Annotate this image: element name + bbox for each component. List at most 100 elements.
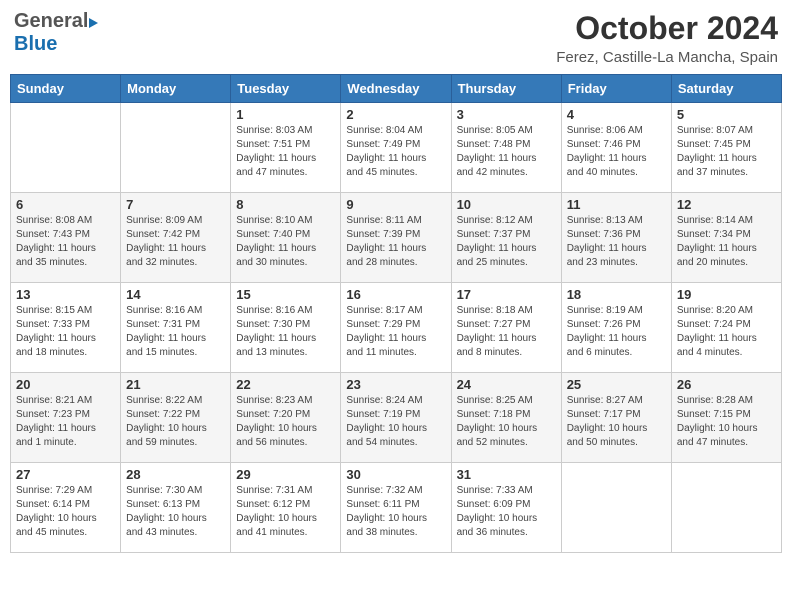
- day-info: Sunrise: 7:31 AM Sunset: 6:12 PM Dayligh…: [236, 484, 335, 540]
- day-info: Sunrise: 8:12 AM Sunset: 7:37 PM Dayligh…: [457, 214, 556, 270]
- calendar-cell: 20Sunrise: 8:21 AM Sunset: 7:23 PM Dayli…: [11, 373, 121, 463]
- day-number: 11: [567, 197, 666, 212]
- day-number: 30: [346, 467, 445, 482]
- day-info: Sunrise: 8:18 AM Sunset: 7:27 PM Dayligh…: [457, 304, 556, 360]
- day-number: 22: [236, 377, 335, 392]
- day-number: 14: [126, 287, 225, 302]
- calendar-week-row: 6Sunrise: 8:08 AM Sunset: 7:43 PM Daylig…: [11, 193, 782, 283]
- column-header-tuesday: Tuesday: [231, 75, 341, 103]
- day-info: Sunrise: 8:03 AM Sunset: 7:51 PM Dayligh…: [236, 124, 335, 180]
- day-info: Sunrise: 8:15 AM Sunset: 7:33 PM Dayligh…: [16, 304, 115, 360]
- day-info: Sunrise: 8:21 AM Sunset: 7:23 PM Dayligh…: [16, 394, 115, 450]
- calendar-cell: 27 Sunrise: 7:29 AM Sunset: 6:14 PM Dayli…: [11, 463, 121, 553]
- day-info: Sunrise: 8:11 AM Sunset: 7:39 PM Dayligh…: [346, 214, 445, 270]
- calendar-cell: 18 Sunrise: 8:19 AM Sunset: 7:26 PM Dayli…: [561, 283, 671, 373]
- day-info: Sunrise: 8:19 AM Sunset: 7:26 PM Dayligh…: [567, 304, 666, 360]
- page-header: General Blue October 2024 Ferez, Castill…: [10, 10, 782, 66]
- calendar-cell: 26 Sunrise: 8:28 AM Sunset: 7:15 PM Dayli…: [671, 373, 781, 463]
- day-number: 13: [16, 287, 115, 302]
- day-info: Sunrise: 8:08 AM Sunset: 7:43 PM Dayligh…: [16, 214, 115, 270]
- day-info: Sunrise: 8:07 AM Sunset: 7:45 PM Dayligh…: [677, 124, 776, 180]
- day-number: 10: [457, 197, 556, 212]
- calendar-cell: 10 Sunrise: 8:12 AM Sunset: 7:37 PM Dayli…: [451, 193, 561, 283]
- calendar-cell: 24 Sunrise: 8:25 AM Sunset: 7:18 PM Dayli…: [451, 373, 561, 463]
- day-info: Sunrise: 8:25 AM Sunset: 7:18 PM Dayligh…: [457, 394, 556, 450]
- day-info: Sunrise: 7:32 AM Sunset: 6:11 PM Dayligh…: [346, 484, 445, 540]
- calendar-cell: 19 Sunrise: 8:20 AM Sunset: 7:24 PM Dayli…: [671, 283, 781, 373]
- day-number: 28: [126, 467, 225, 482]
- calendar-cell: 5 Sunrise: 8:07 AM Sunset: 7:45 PM Daylig…: [671, 103, 781, 193]
- day-info: Sunrise: 8:23 AM Sunset: 7:20 PM Dayligh…: [236, 394, 335, 450]
- day-number: 26: [677, 377, 776, 392]
- day-info: Sunrise: 8:10 AM Sunset: 7:40 PM Dayligh…: [236, 214, 335, 270]
- day-info: Sunrise: 8:06 AM Sunset: 7:46 PM Dayligh…: [567, 124, 666, 180]
- day-number: 9: [346, 197, 445, 212]
- day-number: 12: [677, 197, 776, 212]
- calendar-cell: 21 Sunrise: 8:22 AM Sunset: 7:22 PM Dayli…: [121, 373, 231, 463]
- day-info: Sunrise: 8:24 AM Sunset: 7:19 PM Dayligh…: [346, 394, 445, 450]
- calendar-cell: 4 Sunrise: 8:06 AM Sunset: 7:46 PM Daylig…: [561, 103, 671, 193]
- day-number: 24: [457, 377, 556, 392]
- calendar-week-row: 13 Sunrise: 8:15 AM Sunset: 7:33 PM Dayli…: [11, 283, 782, 373]
- day-info: Sunrise: 8:27 AM Sunset: 7:17 PM Dayligh…: [567, 394, 666, 450]
- day-number: 2: [346, 107, 445, 122]
- column-header-saturday: Saturday: [671, 75, 781, 103]
- day-info: Sunrise: 8:13 AM Sunset: 7:36 PM Dayligh…: [567, 214, 666, 270]
- day-number: 15: [236, 287, 335, 302]
- day-number: 27: [16, 467, 115, 482]
- day-number: 21: [126, 377, 225, 392]
- calendar-cell: 8Sunrise: 8:10 AM Sunset: 7:40 PM Daylig…: [231, 193, 341, 283]
- column-header-thursday: Thursday: [451, 75, 561, 103]
- day-info: Sunrise: 7:29 AM Sunset: 6:14 PM Dayligh…: [16, 484, 115, 540]
- day-info: Sunrise: 8:22 AM Sunset: 7:22 PM Dayligh…: [126, 394, 225, 450]
- day-info: Sunrise: 8:04 AM Sunset: 7:49 PM Dayligh…: [346, 124, 445, 180]
- day-number: 18: [567, 287, 666, 302]
- day-info: Sunrise: 8:17 AM Sunset: 7:29 PM Dayligh…: [346, 304, 445, 360]
- calendar-cell: [121, 103, 231, 193]
- day-info: Sunrise: 7:30 AM Sunset: 6:13 PM Dayligh…: [126, 484, 225, 540]
- calendar-cell: 14 Sunrise: 8:16 AM Sunset: 7:31 PM Dayli…: [121, 283, 231, 373]
- day-info: Sunrise: 8:20 AM Sunset: 7:24 PM Dayligh…: [677, 304, 776, 360]
- calendar-table: SundayMondayTuesdayWednesdayThursdayFrid…: [10, 74, 782, 553]
- calendar-week-row: 1 Sunrise: 8:03 AM Sunset: 7:51 PM Daylig…: [11, 103, 782, 193]
- day-info: Sunrise: 8:05 AM Sunset: 7:48 PM Dayligh…: [457, 124, 556, 180]
- day-info: Sunrise: 8:16 AM Sunset: 7:30 PM Dayligh…: [236, 304, 335, 360]
- calendar-cell: 15 Sunrise: 8:16 AM Sunset: 7:30 PM Dayli…: [231, 283, 341, 373]
- month-title: October 2024: [556, 10, 778, 47]
- calendar-header-row: SundayMondayTuesdayWednesdayThursdayFrid…: [11, 75, 782, 103]
- calendar-cell: 25Sunrise: 8:27 AM Sunset: 7:17 PM Dayli…: [561, 373, 671, 463]
- location-title: Ferez, Castille-La Mancha, Spain: [556, 49, 778, 66]
- logo-text: General: [14, 10, 98, 33]
- day-number: 5: [677, 107, 776, 122]
- calendar-week-row: 20Sunrise: 8:21 AM Sunset: 7:23 PM Dayli…: [11, 373, 782, 463]
- title-section: October 2024 Ferez, Castille-La Mancha, …: [556, 10, 778, 66]
- logo: General Blue: [14, 10, 98, 56]
- calendar-cell: 30 Sunrise: 7:32 AM Sunset: 6:11 PM Dayli…: [341, 463, 451, 553]
- calendar-cell: 2 Sunrise: 8:04 AM Sunset: 7:49 PM Daylig…: [341, 103, 451, 193]
- calendar-cell: 6Sunrise: 8:08 AM Sunset: 7:43 PM Daylig…: [11, 193, 121, 283]
- calendar-cell: 3 Sunrise: 8:05 AM Sunset: 7:48 PM Daylig…: [451, 103, 561, 193]
- calendar-cell: 11 Sunrise: 8:13 AM Sunset: 7:36 PM Dayli…: [561, 193, 671, 283]
- calendar-cell: 29Sunrise: 7:31 AM Sunset: 6:12 PM Dayli…: [231, 463, 341, 553]
- day-info: Sunrise: 8:28 AM Sunset: 7:15 PM Dayligh…: [677, 394, 776, 450]
- day-number: 7: [126, 197, 225, 212]
- calendar-cell: [671, 463, 781, 553]
- day-number: 19: [677, 287, 776, 302]
- logo-general: General: [14, 10, 88, 32]
- day-info: Sunrise: 8:09 AM Sunset: 7:42 PM Dayligh…: [126, 214, 225, 270]
- column-header-monday: Monday: [121, 75, 231, 103]
- calendar-cell: 23 Sunrise: 8:24 AM Sunset: 7:19 PM Dayli…: [341, 373, 451, 463]
- column-header-friday: Friday: [561, 75, 671, 103]
- day-info: Sunrise: 8:16 AM Sunset: 7:31 PM Dayligh…: [126, 304, 225, 360]
- column-header-wednesday: Wednesday: [341, 75, 451, 103]
- day-number: 3: [457, 107, 556, 122]
- day-number: 23: [346, 377, 445, 392]
- logo-blue: Blue: [14, 33, 57, 55]
- day-info: Sunrise: 8:14 AM Sunset: 7:34 PM Dayligh…: [677, 214, 776, 270]
- calendar-cell: 9 Sunrise: 8:11 AM Sunset: 7:39 PM Daylig…: [341, 193, 451, 283]
- day-number: 17: [457, 287, 556, 302]
- day-number: 1: [236, 107, 335, 122]
- day-info: Sunrise: 7:33 AM Sunset: 6:09 PM Dayligh…: [457, 484, 556, 540]
- calendar-cell: 17 Sunrise: 8:18 AM Sunset: 7:27 PM Dayli…: [451, 283, 561, 373]
- day-number: 4: [567, 107, 666, 122]
